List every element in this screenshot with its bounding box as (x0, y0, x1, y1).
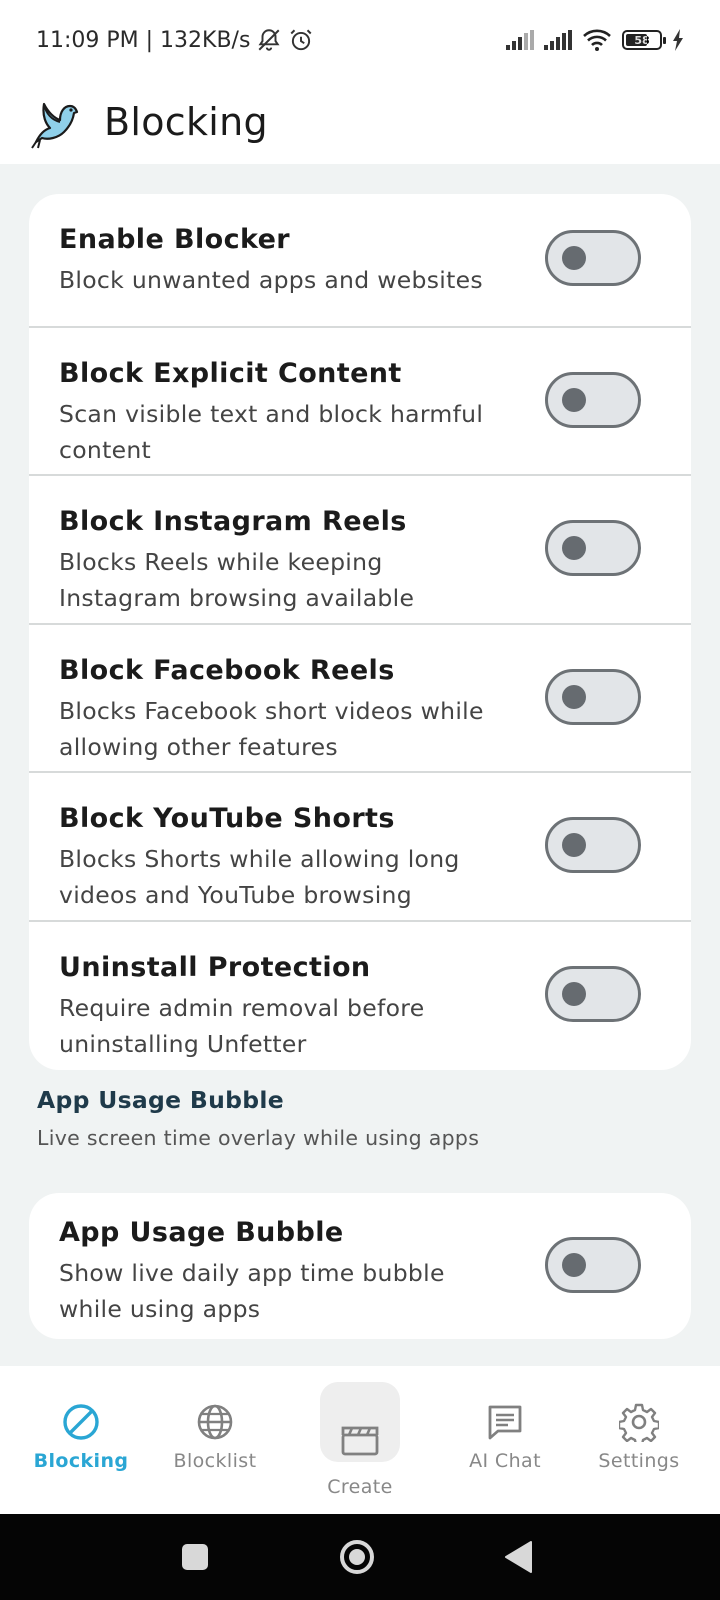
toggle-row-block-youtube-shorts[interactable]: Block YouTube Shorts Blocks Shorts while… (29, 773, 691, 922)
row-title: Block Explicit Content (59, 358, 402, 389)
back-icon[interactable] (504, 1540, 534, 1574)
nav-item-ai-chat[interactable]: AI Chat (440, 1366, 570, 1514)
section-title-app-usage-bubble: App Usage Bubble (37, 1086, 284, 1114)
nav-item-blocklist[interactable]: Blocklist (150, 1366, 280, 1514)
page-title: Blocking (104, 100, 268, 144)
row-subtitle: Require admin removal before uninstallin… (59, 994, 425, 1058)
block-explicit-content-switch[interactable] (545, 372, 641, 428)
row-title: App Usage Bubble (59, 1217, 344, 1248)
system-navigation-bar (0, 1514, 720, 1600)
home-icon[interactable] (338, 1538, 376, 1576)
bell-muted-icon (258, 29, 280, 51)
wifi-icon (583, 29, 611, 51)
toggle-row-block-explicit-content[interactable]: Block Explicit Content Scan visible text… (29, 328, 691, 476)
create-button[interactable] (320, 1382, 400, 1462)
app-usage-bubble-card: App Usage Bubble Show live daily app tim… (29, 1193, 691, 1339)
row-title: Enable Blocker (59, 224, 291, 255)
toggle-row-app-usage-bubble[interactable]: App Usage Bubble Show live daily app tim… (29, 1193, 691, 1339)
row-subtitle: Show live daily app time bubble while us… (59, 1259, 445, 1323)
nav-label: Settings (598, 1450, 680, 1472)
row-subtitle: Block unwanted apps and websites (59, 266, 483, 294)
toggle-row-uninstall-protection[interactable]: Uninstall Protection Require admin remov… (29, 922, 691, 1070)
toggle-row-block-facebook-reels[interactable]: Block Facebook Reels Blocks Facebook sho… (29, 625, 691, 773)
toggle-row-enable-blocker[interactable]: Enable Blocker Block unwanted apps and w… (29, 194, 691, 328)
row-title: Uninstall Protection (59, 952, 371, 983)
battery-level: 58 (634, 33, 650, 47)
nav-item-create[interactable]: Create (295, 1366, 425, 1514)
row-subtitle: Blocks Reels while keeping Instagram bro… (59, 548, 415, 612)
alarm-icon (290, 29, 312, 51)
row-title: Block Instagram Reels (59, 506, 407, 537)
status-time-speed: 11:09 PM | 132KB/s (36, 27, 251, 53)
row-title: Block Facebook Reels (59, 655, 395, 686)
block-facebook-reels-switch[interactable] (545, 669, 641, 725)
blocking-settings-card: Enable Blocker Block unwanted apps and w… (29, 194, 691, 1070)
signal-icon-2 (544, 30, 572, 50)
row-subtitle: Blocks Shorts while allowing long videos… (59, 845, 460, 909)
toggle-row-block-instagram-reels[interactable]: Block Instagram Reels Blocks Reels while… (29, 476, 691, 625)
row-subtitle: Blocks Facebook short videos while allow… (59, 697, 484, 761)
row-title: Block YouTube Shorts (59, 803, 395, 834)
status-right: 58 (506, 28, 684, 52)
nav-label: Blocklist (173, 1450, 257, 1472)
block-instagram-reels-switch[interactable] (545, 520, 641, 576)
nav-label: Create (327, 1476, 393, 1498)
uninstall-protection-switch[interactable] (545, 966, 641, 1022)
battery-icon: 58 (622, 30, 666, 50)
signal-icon (506, 30, 534, 50)
bottom-navigation: Blocking Blocklist Create AI Chat Settin… (0, 1366, 720, 1514)
globe-icon (197, 1404, 233, 1440)
recents-icon[interactable] (180, 1542, 210, 1572)
gear-icon (619, 1403, 659, 1442)
clapperboard-icon (341, 1426, 379, 1456)
section-subtitle-app-usage-bubble: Live screen time overlay while using app… (37, 1126, 480, 1150)
chat-icon (488, 1405, 522, 1440)
app-bar: Blocking (0, 80, 720, 164)
status-bar: 11:09 PM | 132KB/s 58 (0, 0, 720, 80)
nav-label: AI Chat (469, 1450, 541, 1472)
nav-item-settings[interactable]: Settings (574, 1366, 704, 1514)
row-subtitle: Scan visible text and block harmful cont… (59, 400, 484, 464)
charging-icon (673, 29, 683, 51)
nav-item-blocking[interactable]: Blocking (16, 1366, 146, 1514)
enable-blocker-switch[interactable] (545, 230, 641, 286)
app-usage-bubble-switch[interactable] (545, 1237, 641, 1293)
block-youtube-shorts-switch[interactable] (545, 817, 641, 873)
status-left: 11:09 PM | 132KB/s (36, 27, 314, 53)
block-icon (63, 1404, 99, 1440)
dove-icon (31, 102, 79, 149)
nav-label: Blocking (33, 1450, 129, 1472)
